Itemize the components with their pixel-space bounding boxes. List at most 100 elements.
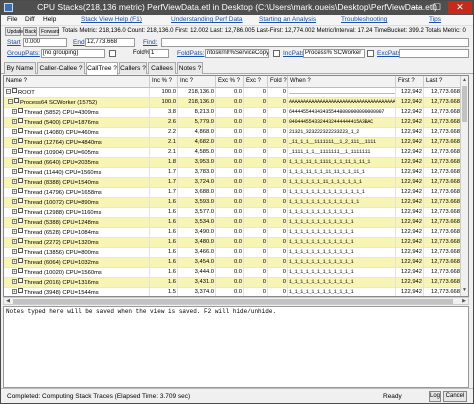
foldpats-checkbox[interactable] (273, 50, 280, 57)
menu-diff[interactable]: Diff (25, 16, 35, 23)
table-row[interactable]: + Thread (14796) CPU=1658ms 1.7 3,688.0 0.0 0… (4, 188, 462, 198)
table-row[interactable]: + Thread (6064) CPU=1032ms 1.6 3,454.0 0.0 0 0… (4, 258, 462, 268)
scroll-left-icon[interactable]: ◀ (4, 298, 12, 304)
row-checkbox[interactable] (18, 288, 23, 293)
incpats-checkbox[interactable] (367, 50, 374, 57)
table-row[interactable]: + Thread (5388) CPU=1248ms 1.6 3,534.0 0.0 0 0… (4, 218, 462, 228)
tab-callers[interactable]: Callers ? (119, 62, 147, 74)
grouppats-label[interactable]: GroupPats: (7, 50, 40, 57)
start-label[interactable]: Start (7, 39, 21, 46)
table-row[interactable]: + Thread (2016) CPU=1316ms 1.6 3,431.0 0.0 0 0… (4, 278, 462, 288)
group-checkbox[interactable] (109, 50, 116, 57)
expand-toggle-icon[interactable]: + (12, 209, 17, 214)
link-understanding-perf-data[interactable]: Understanding Perf Data (171, 16, 243, 23)
tab-calltree[interactable]: CallTree ? (86, 62, 118, 75)
header-col-inc-pct[interactable]: Inc % ? (150, 76, 178, 88)
row-checkbox[interactable] (18, 228, 23, 233)
vertical-scrollbar[interactable]: ▲ ▼ (460, 76, 468, 296)
expand-toggle-icon[interactable]: + (12, 149, 17, 154)
tab-callees[interactable]: Callees ? (148, 62, 176, 83)
row-checkbox[interactable] (18, 138, 23, 143)
start-input[interactable]: 0.000 (23, 38, 67, 47)
incpats-input[interactable]: Process% SCWorker (303, 49, 365, 58)
minimize-button[interactable]: — (406, 1, 426, 14)
log-button[interactable]: Log (429, 391, 441, 402)
table-row[interactable]: + Thread (11440) CPU=1560ms 1.7 3,783.0 0.0 0… (4, 168, 462, 178)
expand-toggle-icon[interactable]: + (12, 169, 17, 174)
row-checkbox[interactable] (18, 168, 23, 173)
find-label[interactable]: Find: (143, 39, 157, 46)
row-checkbox[interactable] (18, 248, 23, 253)
link-stack-view-help[interactable]: Stack View Help (F1) (81, 16, 142, 23)
link-troubleshooting[interactable]: Troubleshooting (341, 16, 387, 23)
link-tips[interactable]: Tips (429, 16, 441, 23)
end-input[interactable]: 12,773.668 (85, 38, 135, 47)
expand-toggle-icon[interactable]: + (12, 239, 17, 244)
table-row[interactable]: + Thread (12988) CPU=1160ms 1.6 3,577.0 0.0 0… (4, 208, 462, 218)
table-row[interactable]: + Thread (6528) CPU=1084ms 1.6 3,490.0 0.0 0 0… (4, 228, 462, 238)
scroll-down-icon[interactable]: ▼ (461, 287, 468, 295)
expand-toggle-icon[interactable]: + (12, 119, 17, 124)
find-input[interactable] (161, 38, 469, 47)
table-row[interactable]: + Thread (14080) CPU=460ms 2.2 4,868.0 0.0 0 0… (4, 128, 462, 138)
header-col-fold[interactable]: Fold ? (268, 76, 288, 88)
tab-notes[interactable]: Notes ? (177, 62, 203, 74)
expand-toggle-icon[interactable]: + (12, 279, 17, 284)
maximize-button[interactable]: ☐ (427, 1, 447, 14)
close-button[interactable]: ✕ (448, 1, 472, 14)
forward-button[interactable]: Forward (39, 27, 59, 36)
table-row[interactable]: + Thread (2272) CPU=1320ms 1.6 3,480.0 0.0 0 0… (4, 238, 462, 248)
header-col-first[interactable]: First ? (396, 76, 424, 88)
row-checkbox[interactable] (18, 148, 23, 153)
table-row[interactable]: + Thread (6640) CPU=2035ms 1.8 3,953.0 0.0 0 0… (4, 158, 462, 168)
row-checkbox[interactable] (14, 98, 19, 103)
menu-file[interactable]: File (7, 16, 17, 23)
row-checkbox[interactable] (18, 278, 23, 283)
grouppats-dropdown[interactable]: [no grouping] (41, 49, 105, 58)
expand-toggle-icon[interactable]: + (12, 289, 17, 294)
expand-toggle-icon[interactable]: + (12, 269, 17, 274)
scroll-up-icon[interactable]: ▲ (461, 77, 468, 85)
excpats-input[interactable] (399, 49, 469, 58)
row-checkbox[interactable] (12, 88, 17, 93)
notes-textarea[interactable]: Notes typed here will be saved when the … (3, 306, 469, 388)
foldpats-label[interactable]: FoldPats: (177, 50, 204, 57)
tab-caller-callee[interactable]: Caller-Callee ? (37, 62, 85, 74)
table-row[interactable]: + Thread (3948) CPU=1544ms 1.5 3,374.0 0.0 0 0… (4, 288, 462, 296)
tab-by-name[interactable]: By Name ? (4, 62, 36, 83)
header-col-inc[interactable]: Inc ? (178, 76, 216, 88)
row-checkbox[interactable] (18, 268, 23, 273)
row-checkbox[interactable] (18, 108, 23, 113)
update-button[interactable]: Update (5, 27, 23, 36)
expand-toggle-icon[interactable]: + (12, 109, 17, 114)
row-checkbox[interactable] (18, 158, 23, 163)
row-checkbox[interactable] (18, 208, 23, 213)
expand-toggle-icon[interactable]: + (12, 129, 17, 134)
table-row[interactable]: + Thread (12764) CPU=4840ms 2.1 4,682.0 0.0 0… (4, 138, 462, 148)
row-checkbox[interactable] (18, 128, 23, 133)
expand-toggle-icon[interactable]: + (12, 159, 17, 164)
row-checkbox[interactable] (18, 218, 23, 223)
header-col-last[interactable]: Last ? (424, 76, 462, 88)
end-label[interactable]: End (73, 39, 85, 46)
horizontal-scrollbar[interactable]: ◀ ▶ (3, 297, 469, 305)
cancel-button[interactable]: Cancel (443, 391, 467, 402)
table-row[interactable]: + Thread (10904) CPU=605ms 2.1 4,585.0 0.0 0 0… (4, 148, 462, 158)
table-row[interactable]: − Process64 SCWorker (15752) 100.0 218,136.… (4, 98, 462, 108)
expand-toggle-icon[interactable]: + (12, 139, 17, 144)
scroll-right-icon[interactable]: ▶ (460, 298, 468, 304)
header-col-exc[interactable]: Exc ? (244, 76, 268, 88)
row-checkbox[interactable] (18, 178, 23, 183)
back-button[interactable]: Back (23, 27, 37, 36)
expand-toggle-icon[interactable]: + (12, 229, 17, 234)
table-row[interactable]: + Thread (13856) CPU=800ms 1.6 3,466.0 0.0 0 0… (4, 248, 462, 258)
row-checkbox[interactable] (18, 258, 23, 263)
header-col-when[interactable]: When ? (288, 76, 396, 88)
table-row[interactable]: + Thread (5852) CPU=4309ms 3.8 8,213.0 0.0 0 0… (4, 108, 462, 118)
row-checkbox[interactable] (18, 188, 23, 193)
expand-toggle-icon[interactable]: + (12, 249, 17, 254)
expand-toggle-icon[interactable]: + (12, 179, 17, 184)
expand-toggle-icon[interactable]: + (12, 259, 17, 264)
horizontal-scroll-thumb[interactable] (13, 299, 453, 304)
row-checkbox[interactable] (18, 118, 23, 123)
